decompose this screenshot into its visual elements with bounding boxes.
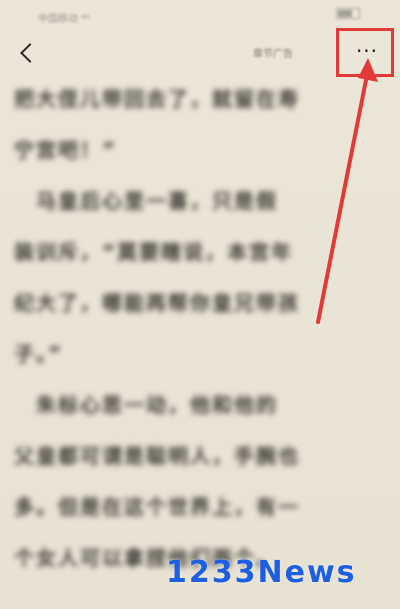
status-carrier: 中国移动 ⁴ᴳ [38,14,91,25]
text-line: 宁宫吧！” [14,138,118,162]
text-line: 马皇后心里一喜，只是假 [14,189,278,213]
book-content: 把大侄儿带回去了，就留在寿 宁宫吧！” 马皇后心里一喜，只是假 装训斥，“莫要瞎… [14,74,386,584]
text-line: 多。但是在这个世界上，有一 [14,495,300,519]
text-line: 装训斥，“莫要瞎说，本宫年 [14,240,294,264]
status-bar: 中国移动 ⁴ᴳ [0,0,400,30]
text-line: 把大侄儿带回去了，就留在寿 [14,87,300,111]
reader-page: 中国移动 ⁴ᴳ 章节广告 ··· 把大侄儿带回去了，就留在寿 宁宫吧！” 马皇后… [0,0,400,609]
battery-icon [336,8,360,19]
status-indicators [336,8,360,19]
text-line: 子。” [14,342,64,366]
header-label: 章节广告 [253,49,293,60]
more-options-button[interactable]: ··· [344,36,390,72]
watermark: 1233News [166,555,357,590]
more-icon: ··· [355,39,379,63]
text-line: 朱标心思一动，他和他的 [14,393,278,417]
chevron-left-icon [20,43,40,63]
text-line: 父皇都可谓是聪明人，手腕也 [14,444,300,468]
back-button[interactable] [12,36,42,70]
text-line: 纪大了，哪能再帮你皇兄带孩 [14,291,300,315]
